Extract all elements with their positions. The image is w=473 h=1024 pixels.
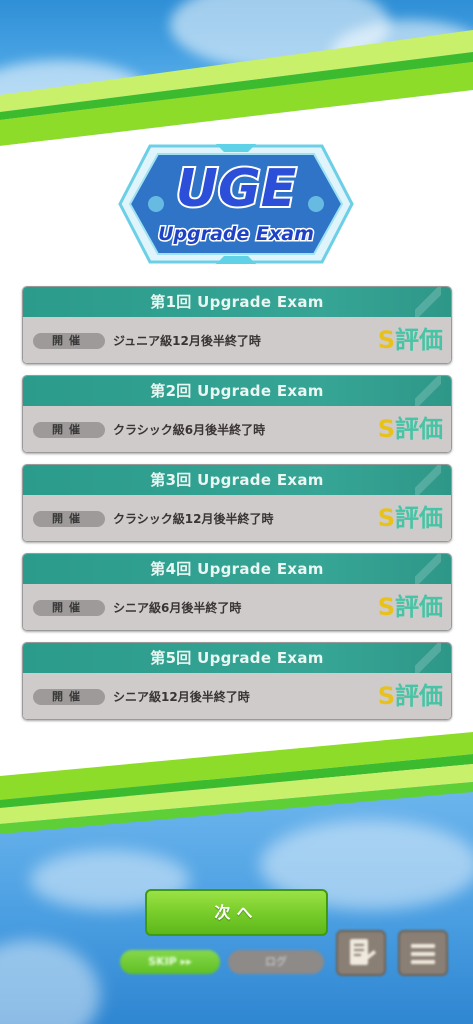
held-badge: 開催 <box>33 689 105 705</box>
bottom-stripes <box>0 720 473 834</box>
exam-date: シニア級6月後半終了時 <box>113 601 242 615</box>
grade-label: S評価 <box>377 326 443 354</box>
exam-date: シニア級12月後半終了時 <box>113 690 250 704</box>
held-badge: 開催 <box>33 600 105 616</box>
grade-label: S評価 <box>377 415 443 443</box>
journal-button[interactable] <box>336 930 386 976</box>
exam-card: 第4回 Upgrade Exam 開催 シニア級6月後半終了時 S評価 <box>22 553 452 631</box>
exam-card: 第1回 Upgrade Exam 開催 ジュニア級12月後半終了時 S評価 <box>22 286 452 364</box>
grade-label: S評価 <box>377 593 443 621</box>
exam-heading: 第4回 Upgrade Exam <box>23 554 451 584</box>
exam-card: 第2回 Upgrade Exam 開催 クラシック級6月後半終了時 S評価 <box>22 375 452 453</box>
next-button[interactable]: 次へ <box>145 889 328 936</box>
exam-heading: 第5回 Upgrade Exam <box>23 643 451 673</box>
held-badge: 開催 <box>33 333 105 349</box>
exam-heading: 第2回 Upgrade Exam <box>23 376 451 406</box>
held-badge: 開催 <box>33 511 105 527</box>
logo-title: UGE <box>176 159 296 219</box>
upgrade-exam-logo: UGE Upgrade Exam <box>116 140 356 268</box>
exam-date: ジュニア級12月後半終了時 <box>113 334 261 348</box>
journal-icon <box>350 939 376 965</box>
logo-subtitle: Upgrade Exam <box>158 223 314 245</box>
exam-card: 第3回 Upgrade Exam 開催 クラシック級12月後半終了時 S評価 <box>22 464 452 542</box>
exam-heading: 第3回 Upgrade Exam <box>23 465 451 495</box>
exam-date: クラシック級6月後半終了時 <box>113 423 266 437</box>
exam-date: クラシック級12月後半終了時 <box>113 512 274 526</box>
skip-button[interactable]: SKIP ▸▸ <box>120 950 220 974</box>
menu-button[interactable] <box>398 930 448 976</box>
held-badge: 開催 <box>33 422 105 438</box>
log-button[interactable]: ログ <box>228 950 324 974</box>
grade-label: S評価 <box>377 504 443 532</box>
exam-card: 第5回 Upgrade Exam 開催 シニア級12月後半終了時 S評価 <box>22 642 452 720</box>
exam-heading: 第1回 Upgrade Exam <box>23 287 451 317</box>
grade-label: S評価 <box>377 682 443 710</box>
